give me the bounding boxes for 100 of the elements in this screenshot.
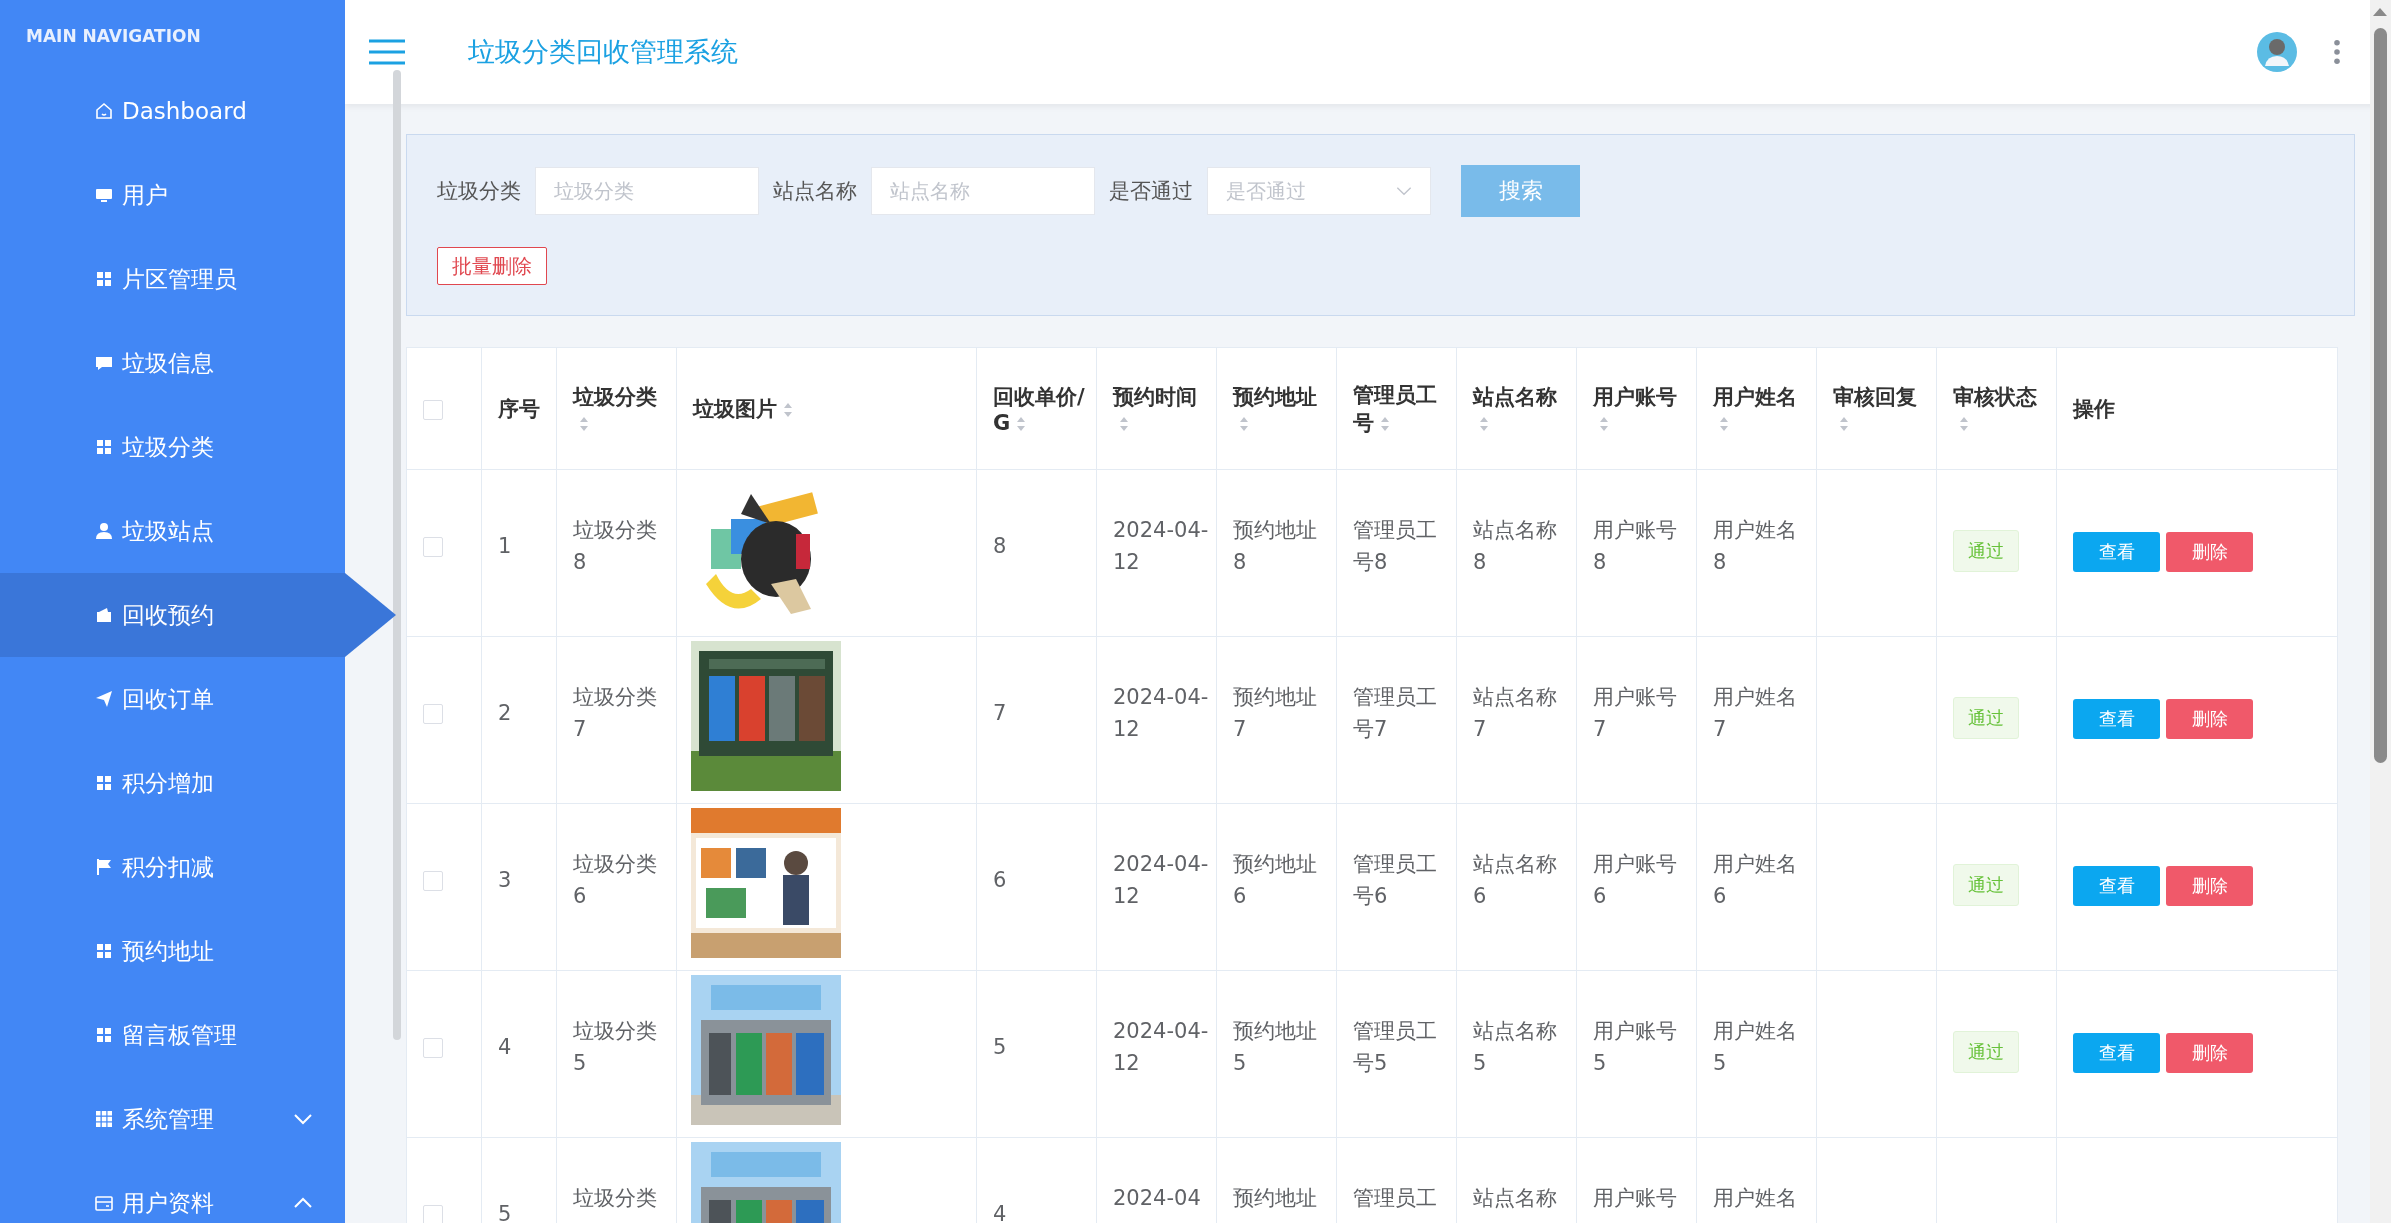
- app-title: 垃圾分类回收管理系统: [468, 35, 738, 69]
- table-cell: 5: [498, 1202, 512, 1223]
- sort-icon[interactable]: [1719, 415, 1729, 432]
- sidebar-item[interactable]: 系统管理: [0, 1077, 345, 1161]
- table-cell: 1: [498, 534, 512, 558]
- view-button[interactable]: 查看: [2073, 699, 2160, 739]
- flag-icon: [94, 857, 114, 877]
- table-cell: 管理员工号6: [1353, 852, 1437, 908]
- checkbox[interactable]: [423, 1038, 443, 1058]
- sort-icon[interactable]: [1119, 415, 1129, 432]
- status-tag: 通过: [1953, 864, 2019, 906]
- delete-button[interactable]: 删除: [2166, 532, 2253, 572]
- scrollbar[interactable]: [2370, 0, 2391, 1223]
- column-header[interactable]: 垃圾图片: [693, 394, 793, 423]
- sort-icon[interactable]: [1239, 415, 1249, 432]
- table-cell: 2024-04: [1113, 1186, 1201, 1210]
- sidebar-item[interactable]: 回收订单: [0, 657, 345, 741]
- sidebar-item[interactable]: 垃圾信息: [0, 321, 345, 405]
- view-button[interactable]: 查看: [2073, 532, 2160, 572]
- scrollbar-thumb[interactable]: [2374, 28, 2387, 763]
- user-icon: [94, 521, 114, 541]
- sidebar-item[interactable]: 回收预约: [0, 573, 396, 657]
- sort-icon[interactable]: [579, 415, 589, 432]
- field-label: 垃圾分类: [437, 178, 521, 205]
- input-field[interactable]: 垃圾分类: [535, 167, 759, 215]
- sort-icon[interactable]: [1959, 415, 1969, 432]
- table-cell: 预约地址8: [1233, 518, 1317, 574]
- wallet-icon: [94, 605, 114, 625]
- table-cell: 用户姓名8: [1713, 518, 1797, 574]
- table-cell: 垃圾分类8: [573, 518, 657, 574]
- sidebar-item[interactable]: 积分扣减: [0, 825, 345, 909]
- delete-button[interactable]: 删除: [2166, 699, 2253, 739]
- table-cell: 用户姓名: [1713, 1186, 1797, 1210]
- sort-icon[interactable]: [1599, 415, 1609, 432]
- table-cell: 站点名称5: [1473, 1019, 1557, 1075]
- sidebar-item[interactable]: 留言板管理: [0, 993, 345, 1077]
- table-cell: 管理员工号5: [1353, 1019, 1437, 1075]
- checkbox[interactable]: [423, 871, 443, 891]
- table-cell: 站点名称6: [1473, 852, 1557, 908]
- table-cell: 4: [498, 1035, 512, 1059]
- table-cell: 预约地址6: [1233, 852, 1317, 908]
- sidebar-item[interactable]: 片区管理员: [0, 237, 345, 321]
- sidebar-heading: MAIN NAVIGATION: [25, 25, 202, 48]
- field-label: 站点名称: [773, 178, 857, 205]
- input-field[interactable]: 站点名称: [871, 167, 1095, 215]
- table-cell: 站点名称7: [1473, 685, 1557, 741]
- chevron-down-icon: [1395, 186, 1413, 196]
- grid-icon: [94, 437, 114, 457]
- table-cell: 2024-04-12: [1113, 685, 1209, 741]
- scrollbar[interactable]: [393, 70, 401, 1040]
- table-cell: 站点名称8: [1473, 518, 1557, 574]
- table-cell: 垃圾分类7: [573, 685, 657, 741]
- sort-icon[interactable]: [1479, 415, 1489, 432]
- more-icon[interactable]: [2333, 39, 2341, 65]
- sidebar-item[interactable]: 用户: [0, 153, 345, 237]
- avatar-icon[interactable]: [2257, 32, 2297, 72]
- menu-icon[interactable]: [369, 39, 405, 65]
- sort-icon[interactable]: [783, 401, 793, 418]
- sort-icon[interactable]: [1380, 415, 1390, 432]
- send-icon: [94, 689, 114, 709]
- checkbox[interactable]: [423, 704, 443, 724]
- checkbox[interactable]: [423, 399, 443, 420]
- select-field[interactable]: 是否通过: [1207, 167, 1431, 215]
- search-button[interactable]: 搜索: [1461, 165, 1580, 217]
- checkbox[interactable]: [423, 537, 443, 557]
- batch-delete-button[interactable]: 批量删除: [437, 247, 547, 285]
- table-cell: 2024-04-12: [1113, 1019, 1209, 1075]
- view-button[interactable]: 查看: [2073, 1033, 2160, 1073]
- table-cell: 用户账号5: [1593, 1019, 1677, 1075]
- sidebar-item[interactable]: 预约地址: [0, 909, 345, 993]
- checkbox[interactable]: [423, 1205, 443, 1223]
- sort-icon[interactable]: [1839, 415, 1849, 432]
- sidebar-item[interactable]: 垃圾站点: [0, 489, 345, 573]
- sidebar-item[interactable]: Dashboard: [0, 69, 345, 153]
- status-tag: 通过: [1953, 1031, 2019, 1073]
- table-cell: 用户账号7: [1593, 685, 1677, 741]
- sidebar-item[interactable]: 垃圾分类: [0, 405, 345, 489]
- field-label: 是否通过: [1109, 178, 1193, 205]
- scroll-up-icon[interactable]: [2373, 8, 2387, 16]
- status-tag: 通过: [1953, 530, 2019, 572]
- delete-button[interactable]: 删除: [2166, 866, 2253, 906]
- sidebar-item[interactable]: 积分增加: [0, 741, 345, 825]
- table-cell: 管理员工: [1353, 1186, 1437, 1210]
- delete-button[interactable]: 删除: [2166, 1033, 2253, 1073]
- table-cell: 5: [993, 1035, 1007, 1059]
- column-header[interactable]: 操作: [2073, 394, 2115, 423]
- table-cell: 6: [993, 868, 1007, 892]
- grid-icon: [94, 1025, 114, 1045]
- sort-icon[interactable]: [1016, 415, 1027, 432]
- table-cell: 用户姓名6: [1713, 852, 1797, 908]
- column-header[interactable]: 序号: [498, 394, 540, 423]
- table-cell: 用户姓名7: [1713, 685, 1797, 741]
- table-cell: 2024-04-12: [1113, 518, 1209, 574]
- view-button[interactable]: 查看: [2073, 866, 2160, 906]
- grid-icon: [94, 941, 114, 961]
- table-cell: 用户账号8: [1593, 518, 1677, 574]
- sidebar-item[interactable]: 用户资料: [0, 1161, 345, 1223]
- table-cell: 垃圾分类: [573, 1186, 657, 1210]
- table-cell: 管理员工号7: [1353, 685, 1437, 741]
- table-cell: 3: [498, 868, 512, 892]
